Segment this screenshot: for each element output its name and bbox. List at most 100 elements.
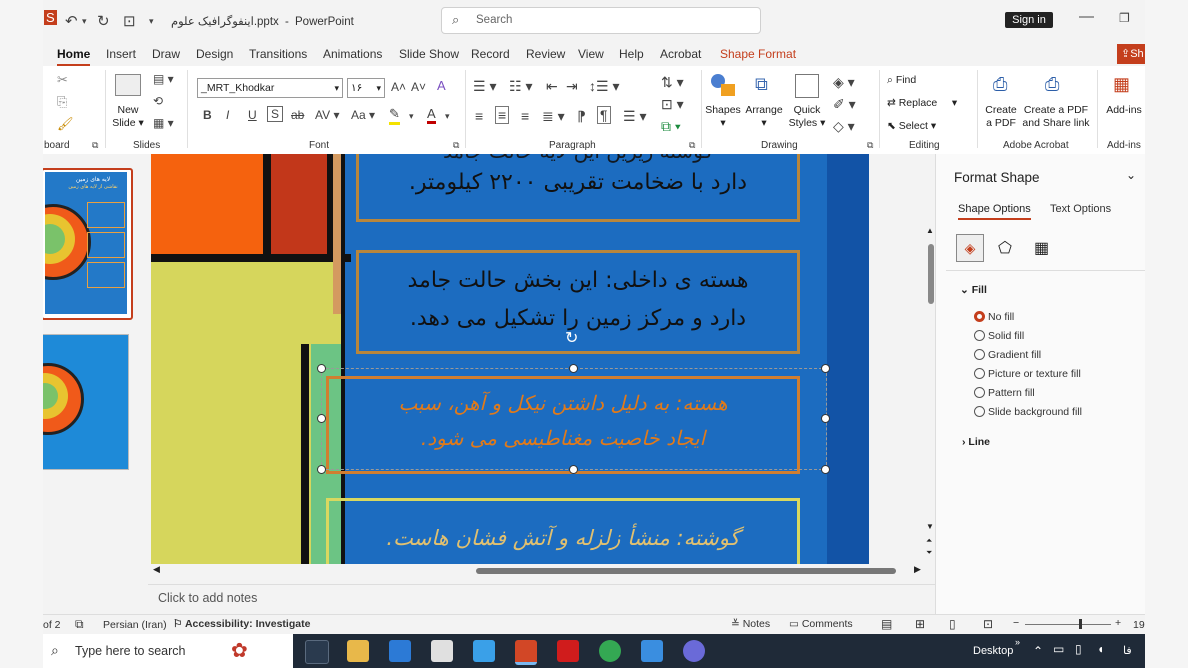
shape-fill-icon[interactable]: ◈ ▾	[833, 74, 855, 91]
rotate-handle-icon[interactable]: ↻	[565, 328, 578, 348]
network-icon[interactable]: ▭	[1053, 642, 1064, 656]
highlight-icon[interactable]: ✎	[389, 106, 400, 125]
decrease-font-icon[interactable]: A˅	[411, 80, 426, 94]
tab-record[interactable]: Record	[471, 47, 510, 61]
radio-pattern-fill[interactable]	[974, 387, 985, 398]
resize-handle[interactable]	[569, 364, 578, 373]
slide-thumbnail-1[interactable]: لایه های زمین نقاشی از لایه های زمین	[43, 168, 133, 320]
new-slide-button[interactable]: New Slide ▾	[111, 104, 145, 130]
language-indicator[interactable]: Persian (Iran)	[103, 619, 167, 631]
clear-format-icon[interactable]: A	[437, 78, 446, 93]
radio-no-fill[interactable]	[974, 311, 985, 322]
fill-section-header[interactable]: ⌄ Fill	[960, 284, 987, 296]
scroll-up-icon[interactable]: ▲	[926, 226, 934, 235]
taskbar-search[interactable]: ⌕ Type here to search ✿	[43, 634, 293, 668]
align-text-icon[interactable]: ⊡ ▾	[661, 96, 684, 113]
task-view-icon[interactable]	[305, 640, 329, 664]
font-color-icon[interactable]: A	[427, 106, 436, 124]
option-no-fill[interactable]: No fill	[988, 311, 1014, 323]
photos-icon[interactable]	[641, 640, 663, 662]
textbox-mantle[interactable]: گوشته: منشأ زلزله و آتش فشان هاست.	[326, 498, 800, 564]
replace-button[interactable]: ⇄ Replace ▾	[887, 97, 957, 110]
app-icon[interactable]	[683, 640, 705, 662]
section-icon[interactable]: ▦ ▾	[153, 116, 174, 130]
present-icon[interactable]: ⊡	[123, 12, 136, 30]
next-slide-icon[interactable]: ⏷	[926, 548, 932, 558]
rtl-icon[interactable]: ⁋	[577, 108, 586, 125]
file-explorer-icon[interactable]	[347, 640, 369, 662]
option-slide-background-fill[interactable]: Slide background fill	[988, 406, 1082, 418]
acrobat-icon[interactable]	[557, 640, 579, 662]
slide-thumbnail-2[interactable]	[43, 334, 129, 470]
tab-animations[interactable]: Animations	[323, 47, 382, 61]
slide-sorter-icon[interactable]: ⊞	[915, 617, 925, 631]
text-direction-icon[interactable]: ⇅ ▾	[661, 74, 684, 91]
font-size-select[interactable]: ۱۶ ▾	[347, 78, 385, 98]
tab-acrobat[interactable]: Acrobat	[660, 47, 701, 61]
scroll-left-icon[interactable]: ◀	[153, 564, 160, 575]
option-solid-fill[interactable]: Solid fill	[988, 330, 1024, 342]
find-button[interactable]: ⌕ Find	[887, 74, 916, 87]
tab-review[interactable]: Review	[526, 47, 565, 61]
arrange-button[interactable]: Arrange ▾	[741, 104, 787, 130]
radio-slide-background-fill[interactable]	[974, 406, 985, 417]
add-ins-button[interactable]: Add-ins	[1103, 104, 1145, 117]
restore-icon[interactable]: ❐	[1119, 11, 1130, 25]
slide[interactable]: گوشته زیرین این لایه حالت جامد دارد با ض…	[151, 154, 869, 564]
ltr-icon[interactable]: ¶	[597, 106, 611, 124]
scroll-down-icon[interactable]: ▼	[926, 522, 934, 531]
cut-icon[interactable]: ✂	[57, 72, 68, 88]
decrease-indent-icon[interactable]: ⇤	[546, 78, 558, 95]
resize-handle[interactable]	[821, 414, 830, 423]
notes-area[interactable]: Click to add notes	[148, 584, 935, 613]
create-pdf-icon[interactable]: ⎙	[993, 74, 1007, 95]
share-pdf-icon[interactable]: ⎙	[1045, 74, 1059, 95]
vertical-scrollbar-thumb[interactable]	[928, 244, 934, 304]
align-left-icon[interactable]: ≡	[475, 108, 483, 124]
shape-effects-icon[interactable]: ◇ ▾	[833, 118, 855, 135]
highlight-dropdown-icon[interactable]: ▾	[409, 111, 414, 122]
comments-button[interactable]: ▭ Comments	[789, 618, 853, 630]
resize-handle[interactable]	[317, 364, 326, 373]
zoom-slider[interactable]	[1025, 624, 1111, 625]
outlook-icon[interactable]	[473, 640, 495, 662]
zoom-in-icon[interactable]: +	[1115, 617, 1121, 629]
shadow-icon[interactable]: S	[267, 106, 284, 122]
tab-text-options[interactable]: Text Options	[1050, 203, 1111, 215]
drawing-launcher-icon[interactable]: ⧉	[867, 140, 873, 151]
numbering-icon[interactable]: ☷ ▾	[509, 78, 532, 95]
increase-indent-icon[interactable]: ⇥	[566, 78, 578, 95]
slideshow-view-icon[interactable]: ⊡	[983, 617, 993, 631]
radio-picture-fill[interactable]	[974, 368, 985, 379]
arrange-icon[interactable]: ⧉	[755, 74, 768, 95]
desktop-toolbar[interactable]: Desktop	[973, 645, 1013, 657]
mail-app-icon[interactable]	[389, 640, 411, 662]
textbox-mantle-lower[interactable]: گوشته زیرین این لایه حالت جامد دارد با ض…	[356, 154, 800, 222]
smartart-icon[interactable]: ⧉ ▾	[661, 118, 681, 135]
normal-view-icon[interactable]: ▤	[881, 617, 892, 631]
line-section-header[interactable]: › Line	[962, 436, 990, 448]
zoom-out-icon[interactable]: −	[1013, 617, 1019, 629]
volume-icon[interactable]: ◖	[1097, 642, 1104, 656]
add-ins-icon[interactable]: ▦	[1113, 74, 1130, 95]
bullets-icon[interactable]: ☰ ▾	[473, 78, 496, 95]
tab-shape-format[interactable]: Shape Format	[720, 47, 796, 61]
font-color-dropdown-icon[interactable]: ▾	[445, 111, 450, 122]
save-icon[interactable]: S	[44, 10, 57, 25]
battery-icon[interactable]: ▯	[1075, 642, 1082, 656]
radio-gradient-fill[interactable]	[974, 349, 985, 360]
bold-icon[interactable]: B	[203, 108, 212, 122]
powerpoint-taskbar-icon[interactable]	[515, 640, 537, 665]
prev-slide-icon[interactable]: ⏶	[926, 536, 932, 546]
option-pattern-fill[interactable]: Pattern fill	[988, 387, 1035, 399]
tab-view[interactable]: View	[578, 47, 604, 61]
search-box[interactable]: ⌕ Search	[441, 7, 761, 34]
tab-transitions[interactable]: Transitions	[249, 47, 307, 61]
reset-icon[interactable]: ⟲	[153, 94, 163, 108]
tray-up-icon[interactable]: ⌃	[1033, 644, 1043, 658]
increase-font-icon[interactable]: A˄	[391, 80, 406, 94]
share-button[interactable]: ⇪Sh	[1117, 44, 1145, 64]
tab-shape-options[interactable]: Shape Options	[958, 203, 1031, 220]
option-picture-fill[interactable]: Picture or texture fill	[988, 368, 1081, 380]
columns-icon[interactable]: ☰ ▾	[623, 108, 646, 125]
